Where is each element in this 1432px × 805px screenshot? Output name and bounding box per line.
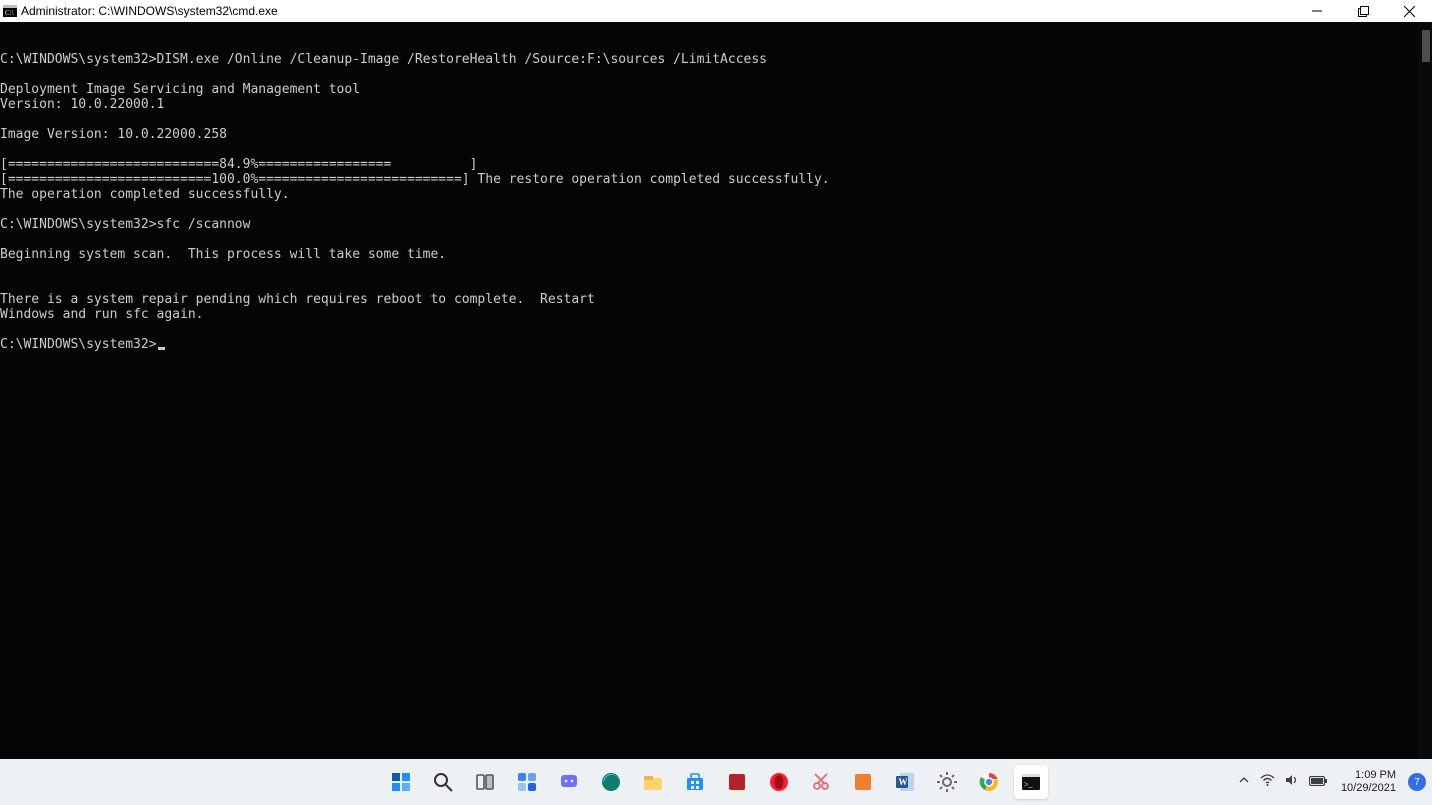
title-bar[interactable]: C:\ Administrator: C:\WINDOWS\system32\c… — [0, 0, 1432, 22]
taskbar-opera-icon[interactable] — [762, 765, 796, 799]
taskbar-search-icon[interactable] — [426, 765, 460, 799]
terminal-output: C:\WINDOWS\system32>DISM.exe /Online /Cl… — [0, 52, 1432, 352]
taskbar-edge-icon[interactable] — [594, 765, 628, 799]
taskbar-microsoft-store-icon[interactable] — [678, 765, 712, 799]
taskbar-app-red-icon[interactable] — [720, 765, 754, 799]
close-button[interactable] — [1386, 0, 1432, 22]
taskbar-settings-icon[interactable] — [930, 765, 964, 799]
svg-text:C:\: C:\ — [5, 9, 14, 17]
taskbar-center: W >_ — [384, 759, 1048, 805]
cmd-app-icon: C:\ — [3, 4, 17, 18]
scrollbar-thumb[interactable] — [1422, 30, 1430, 62]
taskbar-start-icon[interactable] — [384, 765, 418, 799]
taskbar-cmd-icon[interactable]: >_ — [1014, 765, 1048, 799]
window-title: Administrator: C:\WINDOWS\system32\cmd.e… — [21, 4, 278, 18]
notification-badge[interactable]: 7 — [1408, 773, 1426, 791]
taskbar-chat-icon[interactable] — [552, 765, 586, 799]
taskbar-file-explorer-icon[interactable] — [636, 765, 670, 799]
maximize-button[interactable] — [1340, 0, 1386, 22]
battery-icon[interactable] — [1309, 773, 1327, 791]
clock-date: 10/29/2021 — [1341, 782, 1396, 795]
wifi-icon[interactable] — [1260, 773, 1275, 791]
clock-time: 1:09 PM — [1341, 769, 1396, 782]
taskbar-clock[interactable]: 1:09 PM 10/29/2021 — [1341, 769, 1396, 795]
taskbar-snip-icon[interactable] — [804, 765, 838, 799]
taskbar-app-orange-icon[interactable] — [846, 765, 880, 799]
taskbar: W >_ 1:09 PM 10/29/2021 7 — [0, 759, 1432, 805]
tray-chevron-icon[interactable] — [1238, 773, 1250, 791]
system-tray: 1:09 PM 10/29/2021 7 — [1238, 759, 1426, 805]
svg-text:W: W — [899, 777, 908, 787]
volume-icon[interactable] — [1285, 773, 1299, 791]
terminal-cursor — [158, 347, 165, 350]
tray-icons — [1238, 773, 1327, 791]
window-controls — [1294, 0, 1432, 22]
minimize-button[interactable] — [1294, 0, 1340, 22]
taskbar-word-icon[interactable]: W — [888, 765, 922, 799]
terminal[interactable]: C:\WINDOWS\system32>DISM.exe /Online /Cl… — [0, 22, 1432, 759]
taskbar-widgets-icon[interactable] — [510, 765, 544, 799]
taskbar-chrome-icon[interactable] — [972, 765, 1006, 799]
svg-text:>_: >_ — [1024, 780, 1034, 789]
scrollbar-track[interactable] — [1418, 22, 1432, 759]
taskbar-task-view-icon[interactable] — [468, 765, 502, 799]
